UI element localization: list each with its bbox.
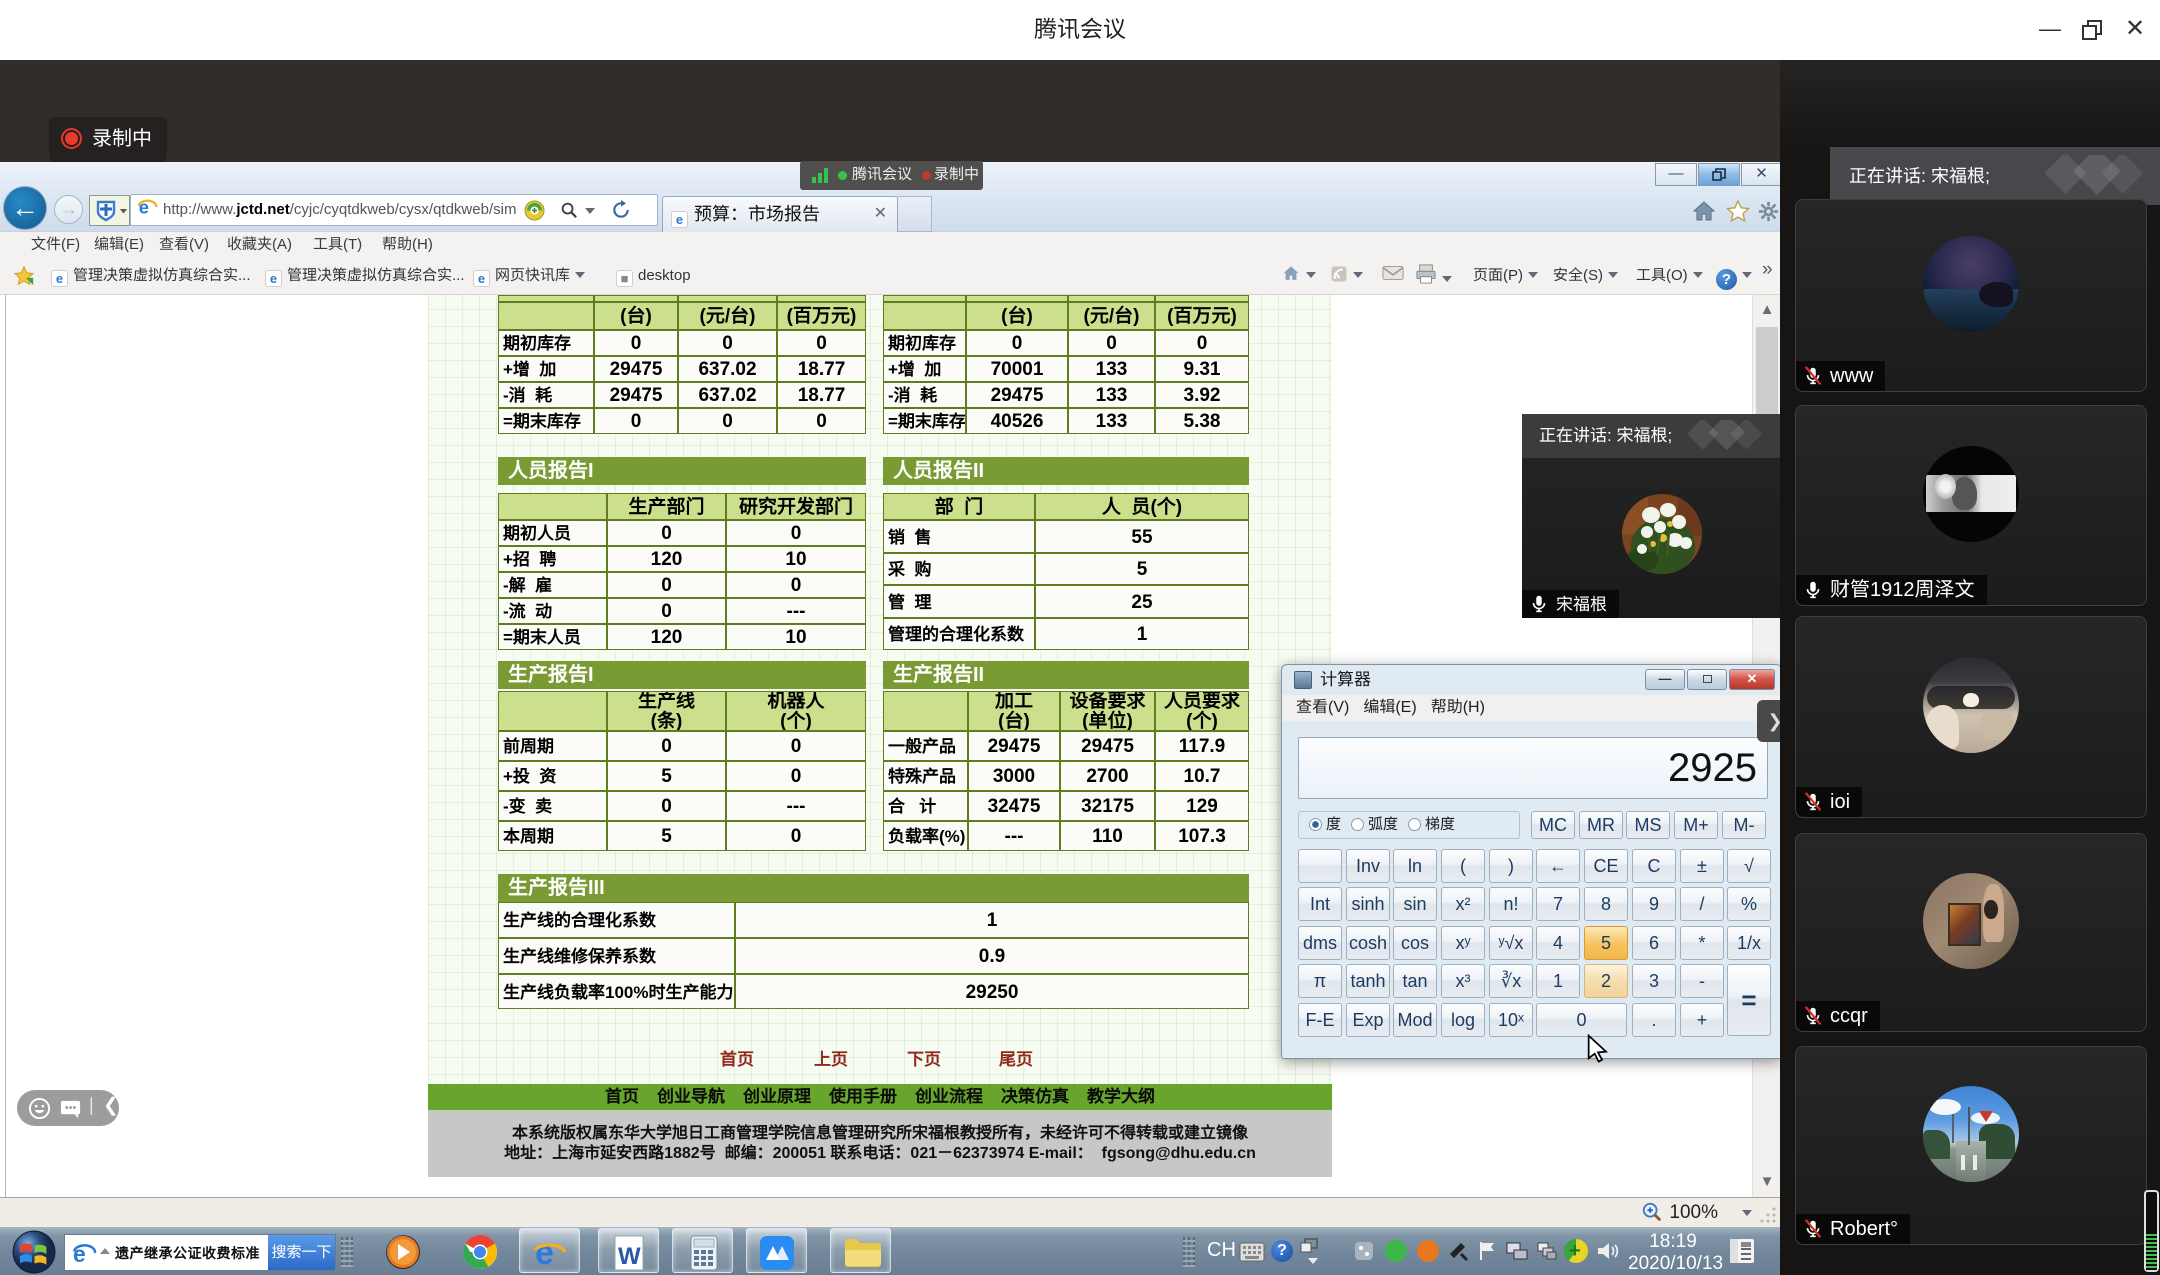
svg-text:W: W — [618, 1243, 641, 1270]
svg-text:e: e — [535, 1234, 554, 1272]
